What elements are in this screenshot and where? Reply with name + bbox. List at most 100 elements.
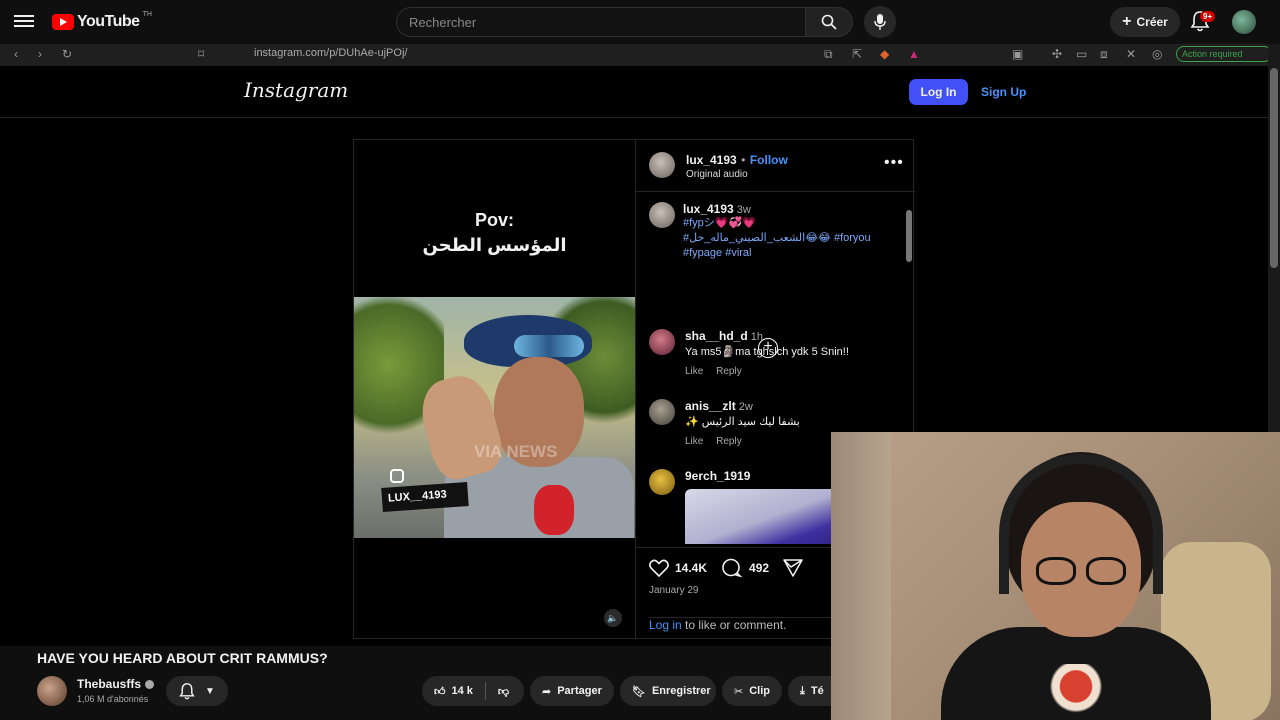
share-icon[interactable] [783, 559, 803, 577]
page-scrollbar[interactable] [1268, 44, 1280, 432]
comment-text: Ya ms5🗿ma tghslch ydk 5 Snin!! [685, 346, 849, 358]
youtube-header: YouTube TH + Créer 9+ [0, 0, 1280, 44]
mic-icon [874, 14, 886, 30]
subscriber-count: 1,06 M d'abonnés [77, 694, 149, 704]
comment-reply-button[interactable]: Reply [716, 436, 742, 447]
login-link[interactable]: Log in [649, 618, 682, 632]
login-button[interactable]: Log In [909, 79, 968, 105]
screenshot-icon[interactable]: ▣ [1012, 47, 1023, 61]
caption-author[interactable]: lux_4193 [683, 202, 734, 216]
streamer-headset [999, 454, 1163, 594]
comment-image[interactable] [685, 489, 845, 544]
more-options-icon[interactable]: ••• [884, 154, 904, 172]
comment-time: 2w [738, 401, 753, 413]
youtube-logo-text: YouTube [77, 13, 140, 30]
video-frame: VIA NEWS LUX__4193 [354, 297, 635, 538]
comment-like-button[interactable]: Like [685, 366, 703, 377]
shirt-print [1036, 664, 1116, 720]
search-button[interactable] [805, 7, 853, 37]
sunglasses [514, 335, 584, 357]
scissors-icon: ✂ [734, 685, 744, 698]
save-button[interactable]: 🔖︎ Enregistrer [620, 676, 716, 706]
share-arrow-icon: ➦ [542, 685, 552, 698]
brave-icon[interactable]: ◆ [880, 47, 889, 61]
search-input[interactable] [397, 8, 805, 36]
post-header: lux_4193 • Follow Original audio ••• [636, 140, 915, 192]
instagram-logo[interactable]: Instagram [244, 78, 348, 102]
mute-button[interactable]: 🔈 [604, 609, 622, 627]
address-bar[interactable]: instagram.com/p/DUhAe-ujPOj/ [226, 47, 826, 63]
create-label: Créer [1136, 15, 1168, 29]
back-icon[interactable]: ‹ [14, 47, 18, 61]
bookmark-icon[interactable]: ⌑ [198, 47, 204, 61]
reload-icon[interactable]: ↻ [62, 47, 72, 61]
comment-actions: Like Reply [685, 366, 900, 377]
save-label: Enregistrer [651, 685, 711, 697]
forward-icon[interactable]: › [38, 47, 42, 61]
comment-icon[interactable] [721, 558, 743, 578]
comment-username[interactable]: anis__zlt [685, 399, 736, 413]
account-avatar[interactable] [1232, 10, 1256, 34]
comment-user[interactable]: anis__zlt 2w [685, 399, 900, 413]
video-title: HAVE YOU HEARD ABOUT CRIT RAMMUS? [37, 650, 328, 666]
comment-time: 1h [750, 331, 763, 343]
clip-button[interactable]: ✂ Clip [722, 676, 782, 706]
puzzle-icon[interactable]: ✣ [1052, 47, 1062, 61]
follow-button[interactable]: Follow [750, 153, 788, 167]
comment-avatar[interactable] [649, 329, 675, 355]
post-date: January 29 [649, 585, 699, 596]
wallet-icon[interactable]: ✕ [1126, 47, 1136, 61]
comment-reply-button[interactable]: Reply [716, 366, 742, 377]
comment-avatar[interactable] [649, 399, 675, 425]
clip-label: Clip [749, 685, 770, 697]
like-dislike-group: 👍︎ 14 k 👎︎ [422, 676, 524, 706]
instagram-post: Pov: المؤسس الطحن VIA NEWS LUX__4193 🔈 l… [353, 139, 915, 639]
likes-count: 14.4K [675, 561, 708, 575]
pov-line-2: المؤسس الطحن [422, 235, 567, 255]
microphone [534, 485, 574, 535]
comment-like-button[interactable]: Like [685, 436, 703, 447]
author-avatar[interactable] [649, 152, 675, 178]
voice-search-button[interactable] [864, 6, 896, 38]
share-button[interactable]: ➦ Partager [530, 676, 614, 706]
bell-icon [179, 683, 195, 700]
caption-avatar[interactable] [649, 202, 675, 228]
share-label: Partager [557, 685, 602, 697]
caption-line-1[interactable]: #fypシ💗💞💗 [683, 216, 898, 231]
vpn-icon[interactable]: ◎ [1152, 47, 1162, 61]
channel-name-text[interactable]: Thebausffs [77, 677, 141, 691]
caption-username[interactable]: lux_4193 3w [683, 202, 898, 216]
video-player[interactable]: Pov: المؤسس الطحن VIA NEWS LUX__4193 🔈 [354, 140, 635, 638]
comment-user[interactable]: sha__hd_d 1h [685, 329, 900, 343]
action-required-label: Action required [1182, 49, 1243, 59]
scrollbar-thumb[interactable] [906, 210, 912, 262]
caption-line-3[interactable]: #fypage #viral [683, 246, 898, 261]
like-button[interactable]: 👍︎ 14 k [434, 685, 473, 698]
comment-avatar[interactable] [649, 469, 675, 495]
action-required-badge[interactable]: Action required [1176, 46, 1272, 62]
caption-time: 3w [736, 204, 751, 216]
subscription-bell-button[interactable]: ▼ [166, 676, 228, 706]
tabs-icon[interactable]: ⧈ [1100, 47, 1108, 62]
audio-label[interactable]: Original audio [686, 169, 788, 180]
menu-icon[interactable] [14, 12, 34, 32]
comment-username[interactable]: sha__hd_d [685, 329, 748, 343]
channel-name[interactable]: Thebausffs [77, 677, 155, 691]
signup-link[interactable]: Sign Up [981, 85, 1026, 99]
caption-line-2[interactable]: #الشعب_الصيني_ماله_حل😂😂 #foryou [683, 231, 898, 246]
comment-body: sha__hd_d 1h Ya ms5🗿ma tghslch ydk 5 Snin… [685, 329, 900, 377]
create-button[interactable]: + Créer [1110, 7, 1180, 37]
author-username[interactable]: lux_4193 [686, 153, 737, 167]
channel-avatar[interactable] [37, 676, 67, 706]
download-button[interactable]: ⤓ Té [788, 676, 831, 706]
sidebar-icon[interactable]: ▭ [1076, 47, 1087, 61]
share-icon[interactable]: ⇱ [852, 47, 862, 61]
like-count: 14 k [451, 685, 473, 697]
page-scrollbar-thumb[interactable] [1270, 68, 1278, 268]
extension-icon[interactable]: ⧉ [824, 47, 833, 62]
rewards-icon[interactable]: ▲ [908, 47, 920, 61]
url-text: instagram.com/p/DUhAe-ujPOj/ [254, 47, 408, 59]
youtube-logo[interactable]: YouTube TH [52, 11, 152, 31]
dislike-button[interactable]: 👎︎ [498, 685, 509, 698]
heart-icon[interactable] [649, 559, 669, 577]
